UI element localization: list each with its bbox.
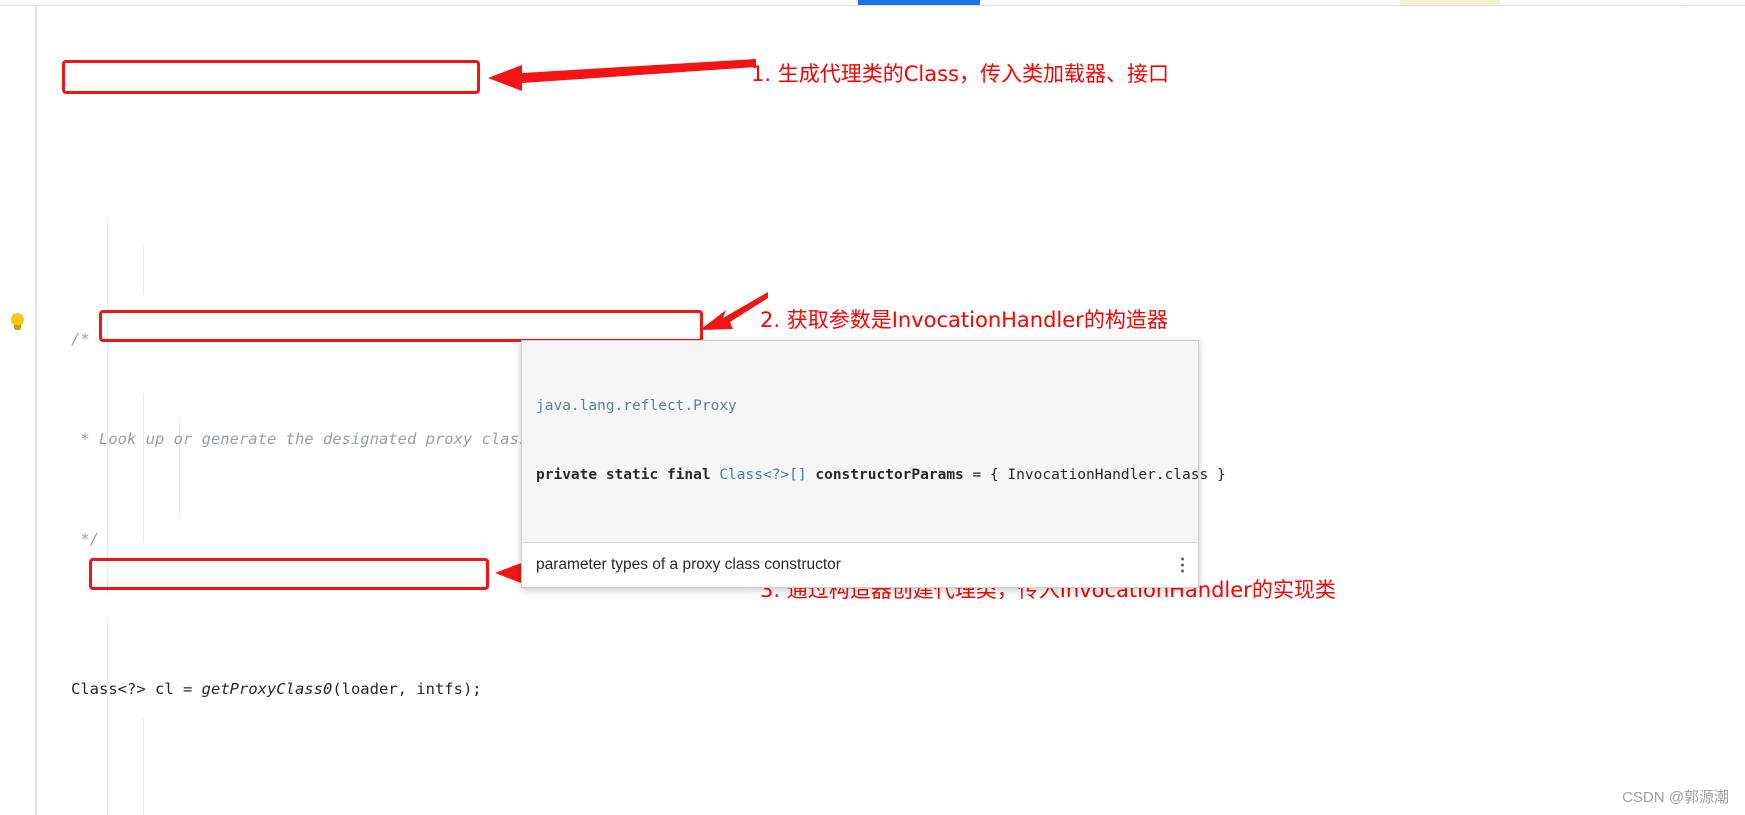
tooltip-signature: private static final Class<?>[] construc…: [536, 464, 1226, 487]
annotation-label-2: 2. 获取参数是InvocationHandler的构造器: [760, 308, 1168, 332]
tooltip-doc-text: parameter types of a proxy class constru…: [536, 556, 841, 573]
code-token: Class<?> cl =: [71, 680, 202, 698]
code-token: * Look up or generate the designated pro…: [71, 430, 538, 448]
code-token: */: [71, 530, 99, 548]
watermark: CSDN @郭源潮: [1622, 789, 1729, 806]
indent-guide-2: [143, 244, 144, 294]
indent-guide-3: [143, 394, 144, 542]
tooltip-signature-block: java.lang.reflect.Proxy private static f…: [522, 341, 1226, 542]
indent-guide-5: [107, 618, 108, 668]
tooltip-sig-name: constructorParams: [806, 467, 964, 483]
tooltip-sig-suffix: = { InvocationHandler.class }: [963, 467, 1226, 483]
indent-guide-7: [143, 718, 144, 815]
code-line-proxy-class: Class<?> cl = getProxyClass0(loader, int…: [37, 677, 1745, 702]
lightbulb-icon[interactable]: [10, 313, 25, 332]
more-vertical-icon[interactable]: [1181, 557, 1184, 573]
lightbulb-base: [14, 325, 21, 330]
active-tab-accent: [858, 0, 980, 5]
tooltip-sig-type: Class<?>[]: [719, 467, 807, 483]
hover-tooltip[interactable]: java.lang.reflect.Proxy private static f…: [521, 340, 1226, 588]
annotation-label-1: 1. 生成代理类的Class，传入类加载器、接口: [751, 62, 1169, 86]
tooltip-sig-prefix: private static final: [536, 467, 720, 483]
tooltip-package: java.lang.reflect.Proxy: [536, 398, 737, 414]
screenshot-root: Reader Mode ✓ /* * Look up or generate t…: [0, 0, 1745, 815]
code-token: getProxyClass0: [201, 680, 333, 698]
tooltip-doc-row: parameter types of a proxy class constru…: [522, 543, 1198, 587]
editor-gutter: [0, 6, 36, 815]
code-token: /*: [71, 330, 90, 348]
code-token: (loader, intfs);: [332, 680, 482, 698]
highlight-tab-accent: [1400, 0, 1500, 5]
